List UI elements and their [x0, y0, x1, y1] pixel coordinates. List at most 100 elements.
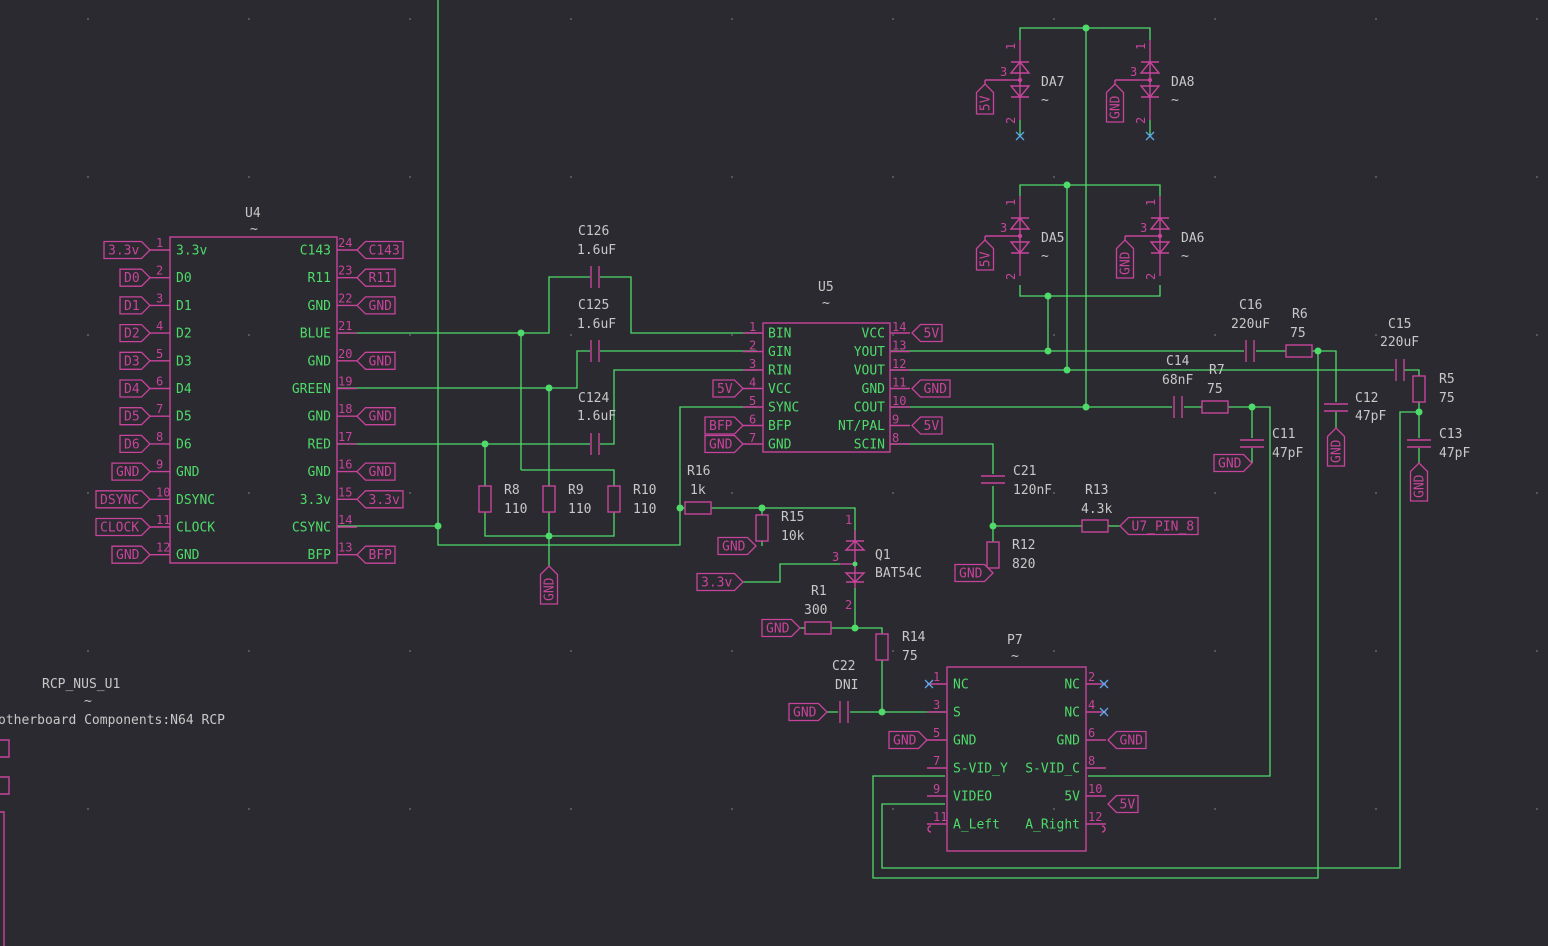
- svg-text:YOUT: YOUT: [854, 345, 885, 360]
- U4-pin-9: GND: [176, 465, 200, 480]
- svg-text:A_Left: A_Left: [953, 818, 1000, 833]
- svg-text:GND: GND: [793, 706, 817, 721]
- svg-text:9: 9: [156, 458, 163, 472]
- ic-U4[interactable]: U4 ~ 1 3.3v 2 D0 3 D1 4 D2 5 D3 6 D4 7 D5 8 D6 9 GND 10 DSY…: [150, 206, 357, 564]
- svg-text:5: 5: [156, 347, 163, 361]
- U4-pin-11: CLOCK: [176, 521, 215, 536]
- svg-text:D4: D4: [124, 382, 140, 397]
- cap-C125: C125 1.6uF: [577, 298, 616, 362]
- svg-text:5V: 5V: [924, 327, 940, 342]
- svg-text:2: 2: [1088, 670, 1095, 684]
- svg-text:GND: GND: [369, 354, 393, 369]
- svg-text:11: 11: [933, 810, 947, 824]
- res-R15: R1510k: [755, 510, 805, 544]
- cap-C124: C124 1.6uF: [577, 391, 616, 455]
- svg-text:3: 3: [933, 698, 940, 712]
- svg-text:5V: 5V: [717, 382, 733, 397]
- svg-text:21: 21: [338, 319, 352, 333]
- svg-text:12: 12: [1088, 810, 1102, 824]
- cap-C22: C22 DNI: [832, 659, 858, 723]
- label-gnd-r12: GND: [954, 563, 994, 583]
- cap-C126: C126 1.6uF: [577, 224, 616, 288]
- svg-text:DA8: DA8: [1171, 75, 1194, 90]
- svg-text:8: 8: [156, 430, 163, 444]
- schematic-canvas[interactable]: U4 ~ 1 3.3v 2 D0 3 D1 4 D2 5 D3 6 D4 7 D5 8 D6 9 GND 10 DSY…: [0, 0, 1548, 946]
- svg-text:220uF: 220uF: [1231, 317, 1270, 332]
- label-GND: GND: [356, 407, 396, 426]
- label-GND-DA8: GND: [1105, 83, 1125, 123]
- svg-text:GND: GND: [768, 438, 792, 453]
- svg-text:DSYNC: DSYNC: [100, 493, 139, 508]
- svg-text:RIN: RIN: [768, 364, 791, 379]
- svg-text:R12: R12: [1012, 538, 1035, 553]
- svg-text:GND: GND: [116, 548, 140, 563]
- svg-text:C126: C126: [578, 224, 609, 239]
- svg-text:2: 2: [1004, 273, 1018, 280]
- svg-text:15: 15: [338, 485, 352, 499]
- svg-text:6: 6: [156, 375, 163, 389]
- svg-text:GND: GND: [116, 465, 140, 480]
- svg-text:RCP_NUS_U1: RCP_NUS_U1: [42, 677, 120, 692]
- diode-DA5: 1 2 3 DA5 ~: [984, 196, 1064, 280]
- label-BFP: BFP: [704, 416, 744, 435]
- label-GND: GND: [911, 379, 951, 398]
- svg-text:GND: GND: [862, 382, 886, 397]
- svg-text:10: 10: [1088, 782, 1102, 796]
- svg-text:Q1: Q1: [875, 548, 891, 563]
- svg-text:6: 6: [1088, 726, 1095, 740]
- component-RCP[interactable]: RCP_NUS_U1 ~ otherboard Components:N64 R…: [0, 677, 225, 946]
- label-3.3v: 3.3v: [356, 490, 404, 509]
- svg-text:R15: R15: [781, 510, 804, 525]
- cap-C12: C12 47pF: [1324, 391, 1386, 424]
- svg-text:820: 820: [1012, 557, 1035, 572]
- svg-text:U7_PIN_8: U7_PIN_8: [1132, 520, 1195, 535]
- grid-dots: [87, 18, 1538, 810]
- svg-text:1: 1: [1004, 43, 1018, 50]
- svg-text:1.6uF: 1.6uF: [577, 317, 616, 332]
- cap-C13: C13 47pF: [1407, 427, 1470, 461]
- label-3v3-q1: 3.3v: [696, 572, 744, 592]
- label-P7-gnd-right: GND: [1107, 730, 1147, 750]
- svg-text:20: 20: [338, 347, 352, 361]
- res-R16: R161k: [684, 464, 712, 515]
- U4-value: ~: [250, 222, 258, 237]
- U4-pin-7: D5: [176, 410, 192, 425]
- ic-U5[interactable]: U5 ~ 1 BIN 2 GIN 3 RIN 4 VCC 5 SYNC 6 BFP 7 GND 14 VCC 1…: [743, 280, 910, 453]
- svg-text:1k: 1k: [690, 483, 706, 498]
- label-gnd-r15: GND: [717, 536, 757, 556]
- svg-text:10k: 10k: [781, 529, 805, 544]
- svg-text:R1: R1: [811, 584, 827, 599]
- svg-text:VCC: VCC: [768, 382, 791, 397]
- res-R5: R575: [1412, 372, 1455, 406]
- svg-text:1: 1: [156, 236, 163, 250]
- label-CLOCK: CLOCK: [95, 517, 151, 537]
- U4-pin-2: D0: [176, 271, 192, 286]
- cap-C15: C15 220uF: [1380, 317, 1419, 381]
- svg-text:120nF: 120nF: [1013, 483, 1052, 498]
- svg-text:BAT54C: BAT54C: [875, 566, 922, 581]
- svg-text:BFP: BFP: [768, 419, 792, 434]
- svg-text:NC: NC: [953, 678, 969, 693]
- U4-pin-1: 3.3v: [176, 244, 207, 259]
- label-GND: GND: [704, 434, 744, 454]
- svg-text:1.6uF: 1.6uF: [577, 243, 616, 258]
- svg-text:75: 75: [902, 649, 918, 664]
- svg-text:S: S: [953, 706, 961, 721]
- connector-P7[interactable]: P7 ~ 1 NC 3S5 GND 7 S-VID_Y 9 VIDEO 11 A_Left 2 NC 4…: [927, 633, 1106, 852]
- svg-text:~: ~: [84, 694, 92, 709]
- label-5V: 5V: [712, 379, 744, 398]
- svg-text:5V: 5V: [1120, 798, 1136, 813]
- svg-text:3.3v: 3.3v: [108, 244, 139, 259]
- svg-text:BLUE: BLUE: [300, 327, 331, 342]
- svg-text:BIN: BIN: [768, 327, 791, 342]
- svg-text:75: 75: [1439, 391, 1455, 406]
- svg-text:~: ~: [1041, 249, 1049, 264]
- label-5V-DA5: 5V: [975, 239, 995, 271]
- diode-Q1[interactable]: 1 2 3 Q1 BAT54C: [832, 513, 922, 612]
- label-gnd-r1: GND: [761, 618, 801, 638]
- res-R10: R10110: [607, 483, 656, 517]
- svg-text:110: 110: [633, 502, 656, 517]
- label-DSYNC: DSYNC: [95, 490, 151, 509]
- svg-text:110: 110: [568, 502, 591, 517]
- svg-text:DA5: DA5: [1041, 231, 1064, 246]
